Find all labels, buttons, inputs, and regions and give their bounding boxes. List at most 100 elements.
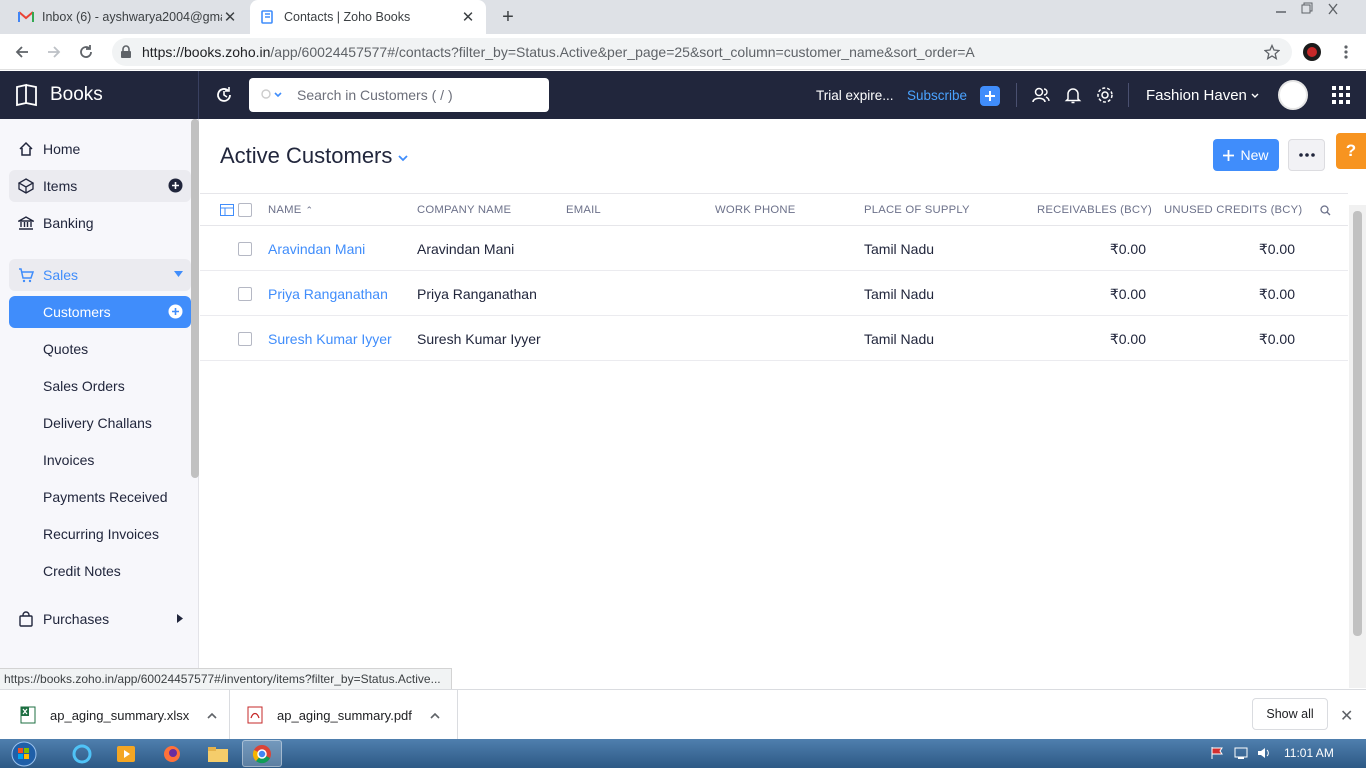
more-options-button[interactable] [1288, 139, 1325, 171]
sidebar-item-home[interactable]: Home [9, 133, 191, 165]
close-tab-icon[interactable]: ✕ [460, 9, 476, 26]
network-icon[interactable] [1234, 746, 1248, 760]
close-window-button[interactable] [1322, 2, 1344, 16]
address-bar[interactable]: https://books.zoho.in/app/60024457577#/c… [112, 38, 1292, 66]
column-config-icon[interactable] [220, 204, 234, 216]
users-icon[interactable] [1031, 85, 1051, 105]
column-header-receivables[interactable]: RECEIVABLES (BCY) [1037, 204, 1152, 216]
bookmark-star-icon[interactable] [1262, 42, 1282, 62]
view-selector[interactable]: Active Customers [220, 143, 409, 169]
help-button[interactable]: ? [1336, 133, 1366, 169]
show-all-button[interactable]: Show all [1252, 698, 1328, 730]
flag-icon[interactable] [1210, 746, 1224, 760]
column-header-company[interactable]: COMPANY NAME [417, 204, 511, 216]
close-tab-icon[interactable]: ✕ [222, 9, 238, 26]
table-row[interactable]: Priya Ranganathan Priya Ranganathan Tami… [200, 271, 1348, 316]
sidebar: Home Items Banking Sales Customers Quote… [0, 119, 199, 668]
chevron-up-icon[interactable] [430, 712, 440, 719]
gear-icon[interactable] [1095, 85, 1115, 105]
sidebar-item-items[interactable]: Items [9, 170, 191, 202]
sidebar-scrollbar[interactable] [191, 119, 199, 478]
recent-history-icon[interactable] [214, 85, 234, 105]
books-logo-icon [14, 83, 40, 107]
table-search-icon[interactable] [1320, 205, 1331, 216]
browser-menu-icon[interactable] [1336, 42, 1356, 62]
column-header-work-phone[interactable]: WORK PHONE [715, 204, 795, 216]
user-avatar[interactable] [1278, 80, 1308, 110]
restore-button[interactable] [1296, 2, 1318, 16]
sidebar-item-sales[interactable]: Sales [9, 259, 191, 291]
firefox-icon[interactable] [152, 740, 192, 767]
reload-button[interactable] [76, 42, 96, 62]
table-row[interactable]: Suresh Kumar Iyyer Suresh Kumar Iyyer Ta… [200, 316, 1348, 361]
search-input[interactable]: Search in Customers ( / ) [297, 87, 453, 103]
start-button[interactable] [4, 740, 44, 767]
subscribe-link[interactable]: Subscribe [907, 88, 967, 103]
customer-name-link[interactable]: Aravindan Mani [268, 241, 365, 257]
more-dots-icon [1298, 153, 1315, 157]
chevron-down-icon [1251, 93, 1259, 99]
url-text: https://books.zoho.in/app/60024457577#/c… [142, 44, 975, 60]
volume-icon[interactable] [1257, 746, 1271, 760]
sidebar-item-label: Delivery Challans [43, 415, 152, 431]
brand-name: Books [50, 84, 103, 105]
sidebar-item-invoices[interactable]: Invoices [9, 444, 191, 476]
bell-icon[interactable] [1063, 85, 1083, 105]
sidebar-item-delivery-challans[interactable]: Delivery Challans [9, 407, 191, 439]
browser-tab-zoho-books[interactable]: Contacts | Zoho Books ✕ [250, 0, 486, 34]
sidebar-item-sales-orders[interactable]: Sales Orders [9, 370, 191, 402]
add-circle-icon[interactable] [168, 304, 183, 319]
file-explorer-icon[interactable] [198, 740, 238, 767]
caret-down-icon [174, 271, 183, 277]
row-checkbox[interactable] [238, 287, 252, 301]
column-header-name[interactable]: NAME ⌃ [268, 204, 313, 216]
download-filename: ap_aging_summary.xlsx [50, 707, 190, 723]
sidebar-item-quotes[interactable]: Quotes [9, 333, 191, 365]
ie-icon[interactable] [62, 740, 102, 767]
quick-create-button[interactable] [980, 86, 1000, 106]
scrollbar-thumb[interactable] [1353, 211, 1362, 636]
sidebar-item-banking[interactable]: Banking [9, 207, 191, 239]
new-customer-button[interactable]: New [1213, 139, 1279, 171]
chrome-icon[interactable] [242, 740, 282, 767]
receivables: ₹0.00 [1109, 286, 1146, 302]
add-circle-icon[interactable] [168, 178, 183, 193]
sidebar-item-customers[interactable]: Customers [9, 296, 191, 328]
back-button[interactable] [12, 42, 32, 62]
sidebar-item-payments-received[interactable]: Payments Received [9, 481, 191, 513]
search-box[interactable]: Search in Customers ( / ) [249, 78, 549, 112]
taskbar-clock[interactable]: 11:01 AM [1284, 746, 1334, 760]
sidebar-item-label: Payments Received [43, 489, 168, 505]
sidebar-item-credit-notes[interactable]: Credit Notes [9, 555, 191, 587]
row-checkbox[interactable] [238, 242, 252, 256]
sidebar-item-label: Items [43, 178, 78, 194]
customer-name-link[interactable]: Suresh Kumar Iyyer [268, 331, 392, 347]
table-row[interactable]: Aravindan Mani Aravindan Mani Tamil Nadu… [200, 226, 1348, 271]
select-all-checkbox[interactable] [238, 203, 252, 217]
download-item[interactable]: ap_aging_summary.xlsx [0, 690, 230, 740]
sort-icon: ⌃ [305, 205, 314, 215]
chevron-up-icon[interactable] [207, 712, 217, 719]
forward-button[interactable] [44, 42, 64, 62]
minimize-button[interactable] [1270, 2, 1292, 16]
download-item[interactable]: ap_aging_summary.pdf [231, 690, 458, 740]
column-header-unused-credits[interactable]: UNUSED CREDITS (BCY) [1164, 204, 1302, 216]
divider [1016, 83, 1017, 107]
new-tab-button[interactable]: + [498, 6, 518, 28]
column-header-email[interactable]: EMAIL [566, 204, 601, 216]
apps-grid-icon[interactable] [1331, 85, 1351, 105]
close-downloads-icon[interactable]: ✕ [1340, 706, 1353, 726]
media-player-icon[interactable] [106, 740, 146, 767]
sidebar-item-purchases[interactable]: Purchases [9, 603, 191, 635]
row-checkbox[interactable] [238, 332, 252, 346]
customer-name-link[interactable]: Priya Ranganathan [268, 286, 388, 302]
profile-avatar-icon[interactable] [1302, 42, 1322, 62]
sidebar-item-recurring-invoices[interactable]: Recurring Invoices [9, 518, 191, 550]
excel-file-icon [20, 706, 36, 724]
column-header-place-of-supply[interactable]: PLACE OF SUPPLY [864, 204, 970, 216]
brand-logo[interactable]: Books [0, 71, 199, 119]
organization-switcher[interactable]: Fashion Haven [1146, 87, 1259, 104]
main-scrollbar[interactable] [1349, 205, 1366, 688]
place-of-supply: Tamil Nadu [864, 286, 935, 302]
browser-tab-gmail[interactable]: Inbox (6) - ayshwarya2004@gmail.com - Gm… [8, 0, 248, 34]
